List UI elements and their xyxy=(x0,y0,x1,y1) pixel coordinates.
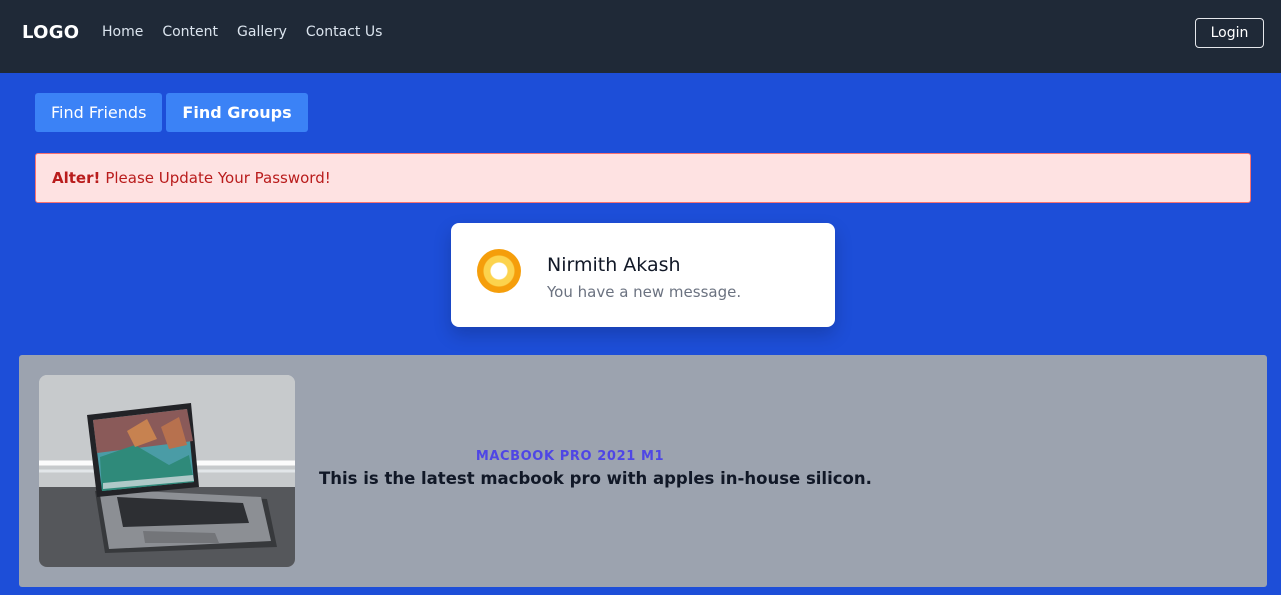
tab-bar: Find Friends Find Groups xyxy=(35,93,308,132)
product-description: This is the latest macbook pro with appl… xyxy=(319,469,872,488)
nav-link-home[interactable]: Home xyxy=(102,24,143,40)
top-navbar: LOGO Home Content Gallery Contact Us Log… xyxy=(0,0,1281,73)
alert-message: Please Update Your Password! xyxy=(105,169,331,187)
macbook-image xyxy=(39,375,295,567)
notification-sender: Nirmith Akash xyxy=(547,254,681,276)
nav-link-content[interactable]: Content xyxy=(162,24,218,40)
alert-heading: Alter! xyxy=(52,169,101,187)
login-button[interactable]: Login xyxy=(1195,18,1264,48)
product-eyebrow: MACBOOK PRO 2021 M1 xyxy=(475,449,665,464)
notification-card[interactable]: Nirmith Akash You have a new message. xyxy=(451,223,835,327)
nav-link-gallery[interactable]: Gallery xyxy=(237,24,287,40)
tab-find-groups[interactable]: Find Groups xyxy=(166,93,308,132)
product-text: MACBOOK PRO 2021 M1 This is the latest m… xyxy=(319,449,872,488)
notification-message: You have a new message. xyxy=(547,283,742,301)
nav-link-contact-us[interactable]: Contact Us xyxy=(306,24,382,40)
password-alert: Alter! Please Update Your Password! xyxy=(35,153,1251,203)
product-card: MACBOOK PRO 2021 M1 This is the latest m… xyxy=(19,355,1267,587)
notification-logo-icon xyxy=(477,249,521,293)
tab-find-friends[interactable]: Find Friends xyxy=(35,93,163,132)
site-logo[interactable]: LOGO xyxy=(22,22,79,43)
nav-links: Home Content Gallery Contact Us xyxy=(102,24,382,40)
